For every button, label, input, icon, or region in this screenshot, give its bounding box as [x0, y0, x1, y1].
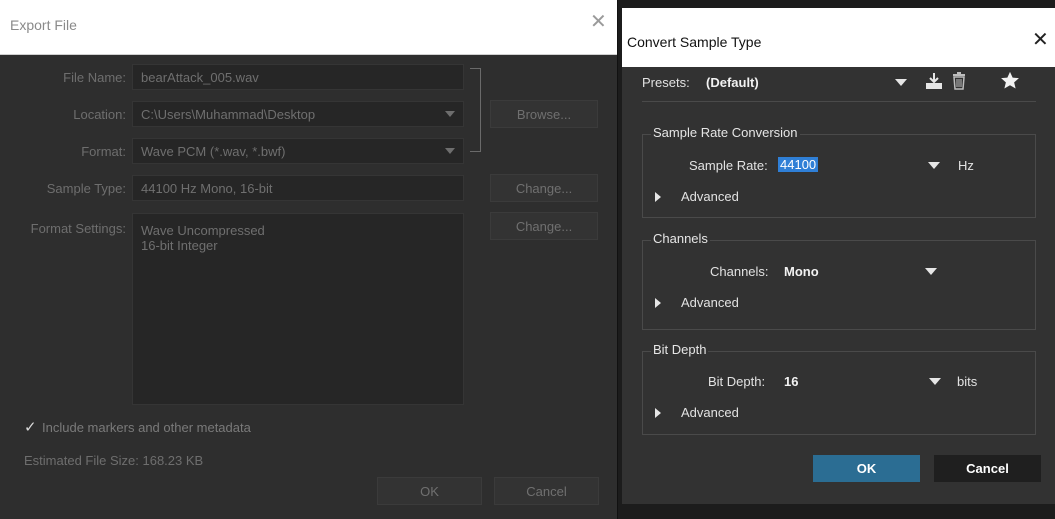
bit-depth-dropdown-arrow-icon	[929, 378, 941, 385]
convert-dialog-close-icon[interactable]: ✕	[1032, 30, 1049, 50]
star-icon[interactable]	[1000, 71, 1020, 90]
file-name-value: bearAttack_005.wav	[141, 69, 259, 85]
sample-rate-advanced-label: Advanced	[681, 189, 739, 204]
file-name-input[interactable]: bearAttack_005.wav	[132, 64, 464, 90]
format-settings-change-button[interactable]: Change...	[490, 212, 598, 240]
sample-rate-value: 44100	[778, 157, 819, 172]
sample-type-label: Sample Type:	[46, 181, 126, 196]
presets-label: Presets:	[642, 75, 690, 90]
bit-depth-unit: bits	[957, 374, 978, 389]
channels-advanced-label: Advanced	[681, 295, 739, 310]
estimated-file-size: Estimated File Size: 168.23 KB	[24, 453, 204, 468]
bit-depth-group-title: Bit Depth	[651, 342, 709, 357]
convert-cancel-button[interactable]: Cancel	[934, 455, 1041, 482]
bit-depth-advanced-label: Advanced	[681, 405, 739, 420]
sample-rate-group-title: Sample Rate Conversion	[651, 125, 800, 140]
include-markers-checkbox[interactable]: ✓	[24, 418, 37, 436]
format-dropdown[interactable]: Wave PCM (*.wav, *.bwf)	[132, 138, 464, 164]
location-dropdown-arrow-icon	[445, 111, 455, 117]
bracket-divider	[470, 68, 481, 152]
format-settings-line: Wave Uncompressed	[141, 223, 265, 238]
trash-icon[interactable]	[952, 72, 966, 90]
browse-button[interactable]: Browse...	[490, 100, 598, 128]
export-ok-button[interactable]: OK	[377, 477, 482, 505]
sample-rate-advanced-toggle[interactable]: Advanced	[655, 187, 785, 207]
export-dialog-titlebar: Export File ✕	[0, 0, 617, 55]
channels-group	[642, 240, 1036, 330]
sample-type-value: 44100 Hz Mono, 16-bit	[141, 180, 273, 196]
convert-sample-type-dialog: Convert Sample Type ✕ Presets: (Default)…	[622, 8, 1055, 504]
format-dropdown-arrow-icon	[445, 148, 455, 154]
export-dialog-title: Export File	[10, 17, 77, 33]
presets-value: (Default)	[706, 75, 759, 90]
channels-label: Channels:	[710, 264, 769, 279]
location-label: Location:	[73, 107, 126, 122]
bit-depth-label: Bit Depth:	[708, 374, 766, 389]
convert-dialog-titlebar: Convert Sample Type ✕	[622, 8, 1055, 67]
export-dialog-close-icon[interactable]: ✕	[590, 12, 607, 32]
location-dropdown[interactable]: C:\Users\Muhammad\Desktop	[132, 101, 464, 127]
export-file-dialog: Export File ✕ File Name: bearAttack_005.…	[0, 0, 618, 519]
sample-rate-input[interactable]: 44100	[778, 154, 948, 176]
expand-arrow-icon	[655, 192, 661, 202]
channels-dropdown[interactable]: Mono	[784, 260, 948, 282]
format-label: Format:	[81, 144, 126, 159]
expand-arrow-icon	[655, 298, 661, 308]
channels-value: Mono	[784, 264, 819, 279]
presets-divider	[642, 101, 1036, 102]
sample-rate-unit: Hz	[958, 158, 974, 173]
download-tray-icon[interactable]	[924, 72, 944, 90]
convert-dialog-title: Convert Sample Type	[627, 34, 762, 50]
format-settings-line: 16-bit Integer	[141, 238, 218, 253]
bit-depth-advanced-toggle[interactable]: Advanced	[655, 403, 785, 423]
bit-depth-dropdown[interactable]: 16	[784, 370, 948, 392]
include-markers-label: Include markers and other metadata	[42, 420, 251, 435]
location-value: C:\Users\Muhammad\Desktop	[141, 106, 316, 122]
presets-dropdown-arrow-icon	[895, 79, 907, 86]
channels-group-title: Channels	[651, 231, 710, 246]
file-name-label: File Name:	[63, 70, 126, 85]
format-settings-label: Format Settings:	[30, 221, 126, 236]
format-value: Wave PCM (*.wav, *.bwf)	[141, 143, 286, 159]
sample-type-change-button[interactable]: Change...	[490, 174, 598, 202]
expand-arrow-icon	[655, 408, 661, 418]
channels-advanced-toggle[interactable]: Advanced	[655, 293, 785, 313]
bit-depth-value: 16	[784, 374, 799, 389]
convert-ok-button[interactable]: OK	[813, 455, 920, 482]
sample-rate-dropdown-arrow-icon[interactable]	[928, 162, 940, 169]
format-settings-box: Wave Uncompressed 16-bit Integer	[132, 213, 464, 405]
sample-type-field: 44100 Hz Mono, 16-bit	[132, 175, 464, 201]
sample-rate-label: Sample Rate:	[689, 158, 768, 173]
channels-dropdown-arrow-icon	[925, 268, 937, 275]
export-cancel-button[interactable]: Cancel	[494, 477, 599, 505]
presets-dropdown[interactable]: (Default)	[706, 70, 912, 94]
